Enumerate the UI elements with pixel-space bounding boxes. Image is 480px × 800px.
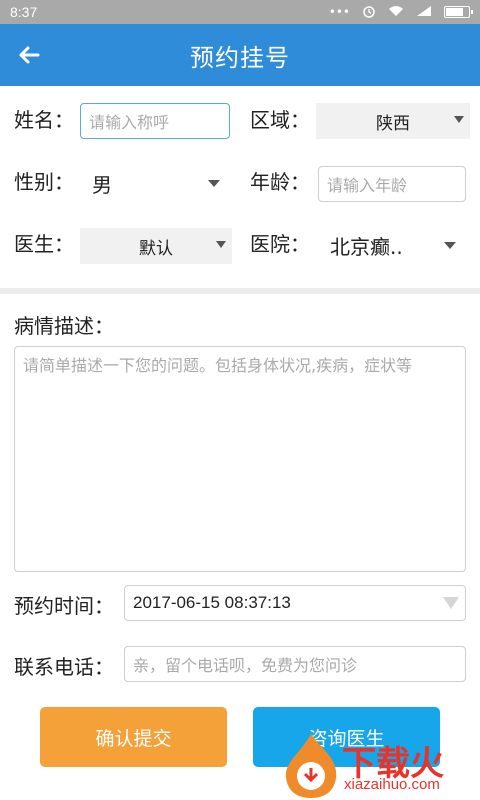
name-label: 姓名： <box>14 108 74 132</box>
doctor-spinner[interactable]: 默认 <box>80 228 232 264</box>
appointment-time-picker[interactable]: 2017-06-15 08:37:13 <box>124 585 466 621</box>
age-input[interactable]: 请输入年龄 <box>318 166 466 202</box>
age-placeholder: 请输入年龄 <box>327 176 408 195</box>
battery-icon <box>444 6 473 18</box>
dropdown-arrow-icon <box>443 597 459 609</box>
hospital-value: 北京癫.. <box>330 234 403 259</box>
flame-icon <box>285 734 337 798</box>
region-value: 陕西 <box>376 113 410 134</box>
submit-button-label: 确认提交 <box>95 727 172 750</box>
submit-button[interactable]: 确认提交 <box>40 707 227 767</box>
dropdown-arrow-icon <box>444 242 456 249</box>
region-label: 区域： <box>250 108 310 132</box>
appointment-time-row: 预约时间： <box>14 590 114 619</box>
signal-icon <box>416 5 432 20</box>
gender-spinner[interactable]: 男 <box>92 168 232 198</box>
page-title: 预约挂号 <box>190 43 290 72</box>
arrow-left-icon[interactable] <box>14 40 44 70</box>
name-row: 姓名： <box>14 104 74 133</box>
region-row: 区域： <box>250 104 310 133</box>
app-bar: 预约挂号 <box>0 24 480 86</box>
alarm-icon <box>362 4 376 21</box>
appointment-time-value: 2017-06-15 08:37:13 <box>133 593 291 612</box>
wifi-icon <box>388 5 404 20</box>
description-placeholder: 请简单描述一下您的问题。包括身体状况,疾病，症状等 <box>23 356 413 375</box>
dropdown-arrow-icon <box>454 116 464 123</box>
region-spinner[interactable]: 陕西 <box>316 103 470 139</box>
description-label: 病情描述： <box>14 314 114 338</box>
name-placeholder: 请输入称呼 <box>89 113 170 132</box>
phone-placeholder: 亲，留个电话呗，免费为您问诊 <box>133 656 358 675</box>
doctor-label: 医生： <box>14 232 74 256</box>
watermark-logo: 下载火 xiazaihuo.com <box>280 730 480 800</box>
hospital-label: 医院： <box>250 232 310 256</box>
gender-row: 性别： <box>14 166 74 195</box>
phone-row: 联系电话： <box>14 651 114 680</box>
status-time: 8:37 <box>10 4 38 20</box>
doctor-row: 医生： <box>14 228 74 257</box>
appointment-time-label: 预约时间： <box>14 594 114 618</box>
name-input[interactable]: 请输入称呼 <box>80 103 230 139</box>
gender-value: 男 <box>92 172 112 197</box>
age-row: 年龄： <box>250 166 310 195</box>
dots-icon: ••• <box>328 5 350 19</box>
dropdown-arrow-icon <box>216 241 226 248</box>
age-label: 年龄： <box>250 170 310 194</box>
description-row: 病情描述： <box>14 310 114 339</box>
section-divider <box>0 288 480 294</box>
watermark-en: xiazaihuo.com <box>344 776 440 793</box>
doctor-value: 默认 <box>139 238 173 259</box>
status-icons: ••• <box>328 4 473 21</box>
hospital-row: 医院： <box>250 228 310 257</box>
phone-input[interactable]: 亲，留个电话呗，免费为您问诊 <box>124 646 466 682</box>
gender-label: 性别： <box>14 170 74 194</box>
status-bar: 8:37 ••• <box>0 0 480 24</box>
phone-label: 联系电话： <box>14 655 114 679</box>
hospital-spinner[interactable]: 北京癫.. <box>330 230 460 260</box>
dropdown-arrow-icon <box>208 180 220 187</box>
description-textarea[interactable]: 请简单描述一下您的问题。包括身体状况,疾病，症状等 <box>14 346 466 572</box>
